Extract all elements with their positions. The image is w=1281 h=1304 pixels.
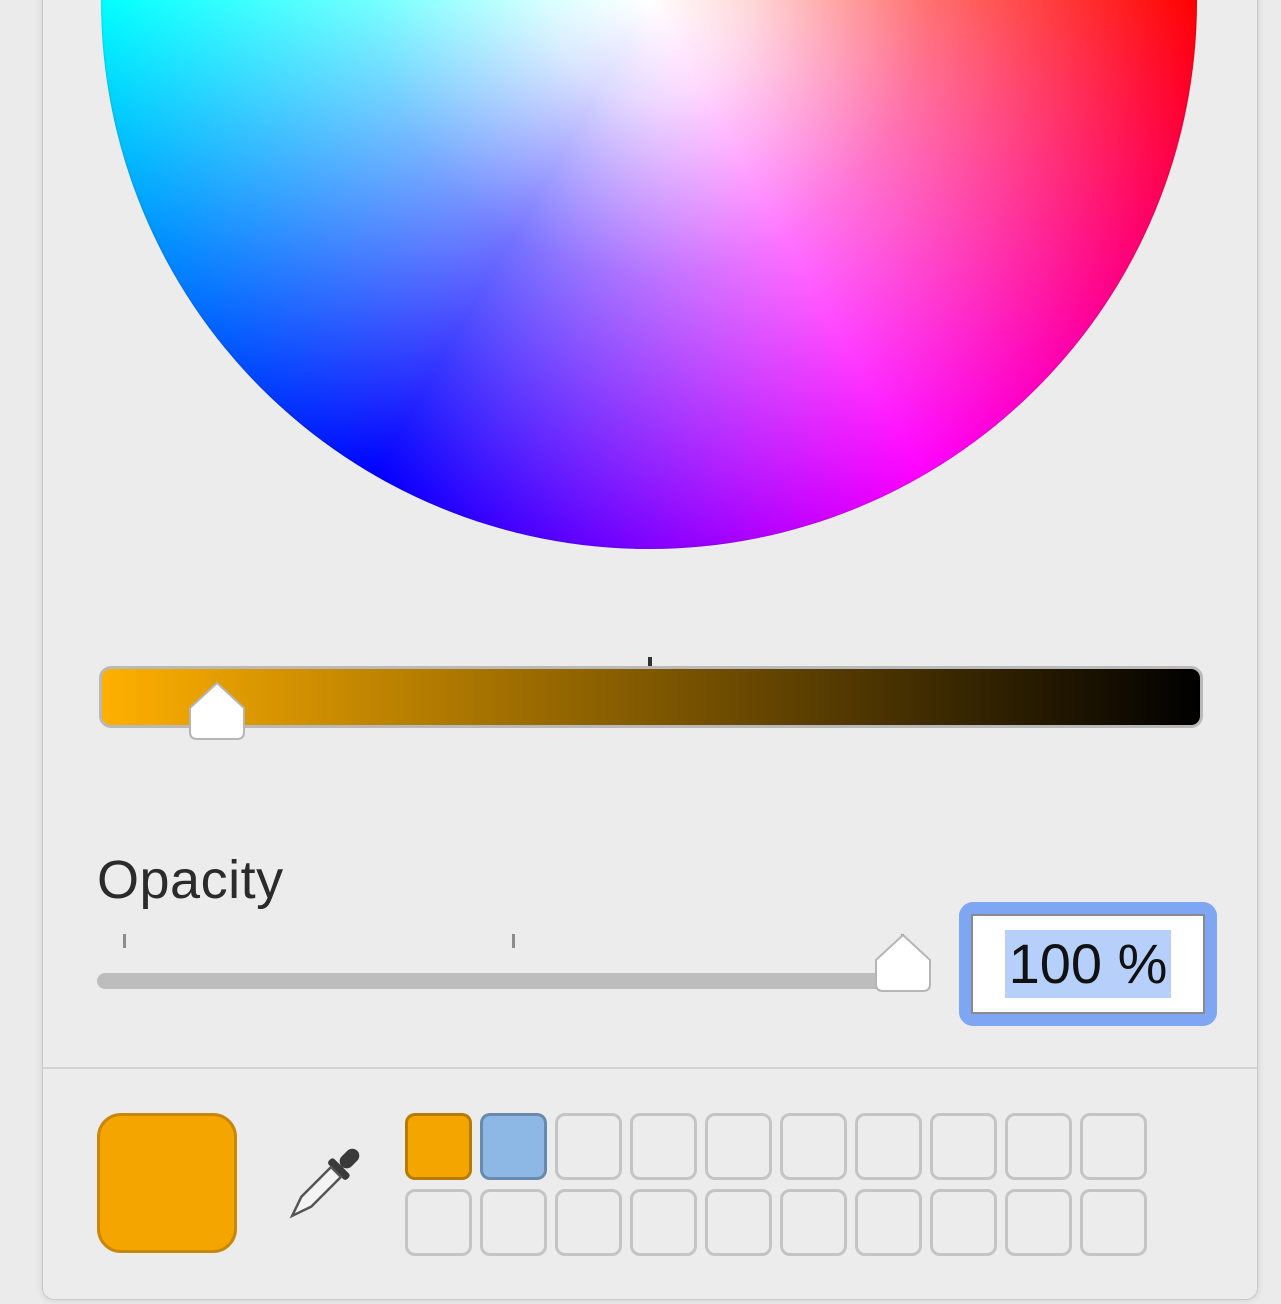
swatch-grid xyxy=(405,1113,1147,1256)
color-swatch-empty[interactable] xyxy=(480,1189,547,1256)
color-swatch-empty[interactable] xyxy=(1080,1189,1147,1256)
divider xyxy=(43,1067,1257,1069)
brightness-slider-thumb[interactable] xyxy=(187,680,247,742)
color-swatch-empty[interactable] xyxy=(705,1113,772,1180)
opacity-tick-0 xyxy=(123,934,126,948)
color-swatch-empty[interactable] xyxy=(930,1189,997,1256)
opacity-value-text: 100 % xyxy=(1004,930,1172,998)
opacity-slider-thumb[interactable] xyxy=(873,932,933,994)
opacity-value-input[interactable]: 100 % xyxy=(971,914,1205,1014)
opacity-slider[interactable] xyxy=(97,973,907,989)
opacity-tick-50 xyxy=(512,934,515,948)
color-swatch-filled[interactable] xyxy=(405,1113,472,1180)
opacity-label: Opacity xyxy=(97,850,284,910)
color-wheel[interactable] xyxy=(101,0,1197,549)
color-swatch-empty[interactable] xyxy=(930,1113,997,1180)
eyedropper-icon[interactable] xyxy=(279,1139,369,1229)
color-swatch-empty[interactable] xyxy=(855,1113,922,1180)
color-swatch-empty[interactable] xyxy=(555,1189,622,1256)
color-swatch-empty[interactable] xyxy=(705,1189,772,1256)
color-swatch-empty[interactable] xyxy=(630,1113,697,1180)
color-picker-panel: Opacity 100 % xyxy=(42,0,1258,1300)
color-swatch-empty[interactable] xyxy=(780,1113,847,1180)
color-swatch-empty[interactable] xyxy=(1005,1189,1072,1256)
opacity-value-field[interactable]: 100 % xyxy=(959,902,1217,1026)
brightness-slider[interactable] xyxy=(99,666,1203,728)
color-swatch-empty[interactable] xyxy=(630,1189,697,1256)
color-swatch-empty[interactable] xyxy=(405,1189,472,1256)
color-swatch-empty[interactable] xyxy=(780,1189,847,1256)
color-swatch-empty[interactable] xyxy=(855,1189,922,1256)
color-swatch-filled[interactable] xyxy=(480,1113,547,1180)
color-swatch-empty[interactable] xyxy=(1005,1113,1072,1180)
color-swatch-empty[interactable] xyxy=(555,1113,622,1180)
current-color-swatch[interactable] xyxy=(97,1113,237,1253)
color-swatch-empty[interactable] xyxy=(1080,1113,1147,1180)
